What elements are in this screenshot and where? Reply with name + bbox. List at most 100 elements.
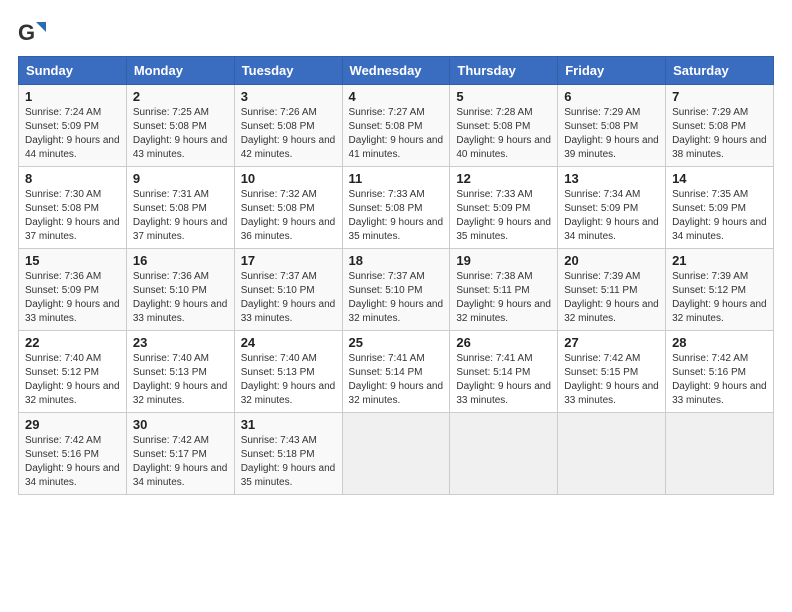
day-number: 7 xyxy=(672,89,767,104)
week-row-4: 22 Sunrise: 7:40 AMSunset: 5:12 PMDaylig… xyxy=(19,331,774,413)
calendar-cell: 27 Sunrise: 7:42 AMSunset: 5:15 PMDaylig… xyxy=(558,331,666,413)
weekday-header-thursday: Thursday xyxy=(450,57,558,85)
day-info: Sunrise: 7:37 AMSunset: 5:10 PMDaylight:… xyxy=(349,271,444,324)
calendar-cell: 4 Sunrise: 7:27 AMSunset: 5:08 PMDayligh… xyxy=(342,85,450,167)
weekday-header-monday: Monday xyxy=(126,57,234,85)
day-info: Sunrise: 7:35 AMSunset: 5:09 PMDaylight:… xyxy=(672,189,767,242)
day-info: Sunrise: 7:29 AMSunset: 5:08 PMDaylight:… xyxy=(564,107,659,160)
header: G xyxy=(18,18,774,46)
calendar-cell: 16 Sunrise: 7:36 AMSunset: 5:10 PMDaylig… xyxy=(126,249,234,331)
calendar-cell: 28 Sunrise: 7:42 AMSunset: 5:16 PMDaylig… xyxy=(666,331,774,413)
day-number: 27 xyxy=(564,335,659,350)
calendar-cell: 12 Sunrise: 7:33 AMSunset: 5:09 PMDaylig… xyxy=(450,167,558,249)
week-row-2: 8 Sunrise: 7:30 AMSunset: 5:08 PMDayligh… xyxy=(19,167,774,249)
calendar-cell: 21 Sunrise: 7:39 AMSunset: 5:12 PMDaylig… xyxy=(666,249,774,331)
day-number: 21 xyxy=(672,253,767,268)
day-number: 17 xyxy=(241,253,336,268)
day-info: Sunrise: 7:40 AMSunset: 5:13 PMDaylight:… xyxy=(133,353,228,406)
day-info: Sunrise: 7:36 AMSunset: 5:09 PMDaylight:… xyxy=(25,271,120,324)
day-number: 26 xyxy=(456,335,551,350)
weekday-header-tuesday: Tuesday xyxy=(234,57,342,85)
calendar-cell: 26 Sunrise: 7:41 AMSunset: 5:14 PMDaylig… xyxy=(450,331,558,413)
day-info: Sunrise: 7:42 AMSunset: 5:16 PMDaylight:… xyxy=(672,353,767,406)
day-info: Sunrise: 7:26 AMSunset: 5:08 PMDaylight:… xyxy=(241,107,336,160)
calendar-cell: 30 Sunrise: 7:42 AMSunset: 5:17 PMDaylig… xyxy=(126,413,234,495)
day-info: Sunrise: 7:40 AMSunset: 5:13 PMDaylight:… xyxy=(241,353,336,406)
day-number: 11 xyxy=(349,171,444,186)
day-number: 29 xyxy=(25,417,120,432)
day-info: Sunrise: 7:41 AMSunset: 5:14 PMDaylight:… xyxy=(349,353,444,406)
calendar-cell: 19 Sunrise: 7:38 AMSunset: 5:11 PMDaylig… xyxy=(450,249,558,331)
day-number: 12 xyxy=(456,171,551,186)
calendar-cell: 6 Sunrise: 7:29 AMSunset: 5:08 PMDayligh… xyxy=(558,85,666,167)
calendar-cell: 3 Sunrise: 7:26 AMSunset: 5:08 PMDayligh… xyxy=(234,85,342,167)
day-info: Sunrise: 7:42 AMSunset: 5:15 PMDaylight:… xyxy=(564,353,659,406)
day-number: 2 xyxy=(133,89,228,104)
day-info: Sunrise: 7:24 AMSunset: 5:09 PMDaylight:… xyxy=(25,107,120,160)
day-info: Sunrise: 7:39 AMSunset: 5:12 PMDaylight:… xyxy=(672,271,767,324)
day-number: 18 xyxy=(349,253,444,268)
calendar-cell: 13 Sunrise: 7:34 AMSunset: 5:09 PMDaylig… xyxy=(558,167,666,249)
day-info: Sunrise: 7:32 AMSunset: 5:08 PMDaylight:… xyxy=(241,189,336,242)
calendar-cell: 14 Sunrise: 7:35 AMSunset: 5:09 PMDaylig… xyxy=(666,167,774,249)
day-info: Sunrise: 7:43 AMSunset: 5:18 PMDaylight:… xyxy=(241,435,336,488)
calendar-cell: 31 Sunrise: 7:43 AMSunset: 5:18 PMDaylig… xyxy=(234,413,342,495)
calendar-header: SundayMondayTuesdayWednesdayThursdayFrid… xyxy=(19,57,774,85)
day-number: 22 xyxy=(25,335,120,350)
calendar-cell: 9 Sunrise: 7:31 AMSunset: 5:08 PMDayligh… xyxy=(126,167,234,249)
day-number: 16 xyxy=(133,253,228,268)
day-info: Sunrise: 7:33 AMSunset: 5:08 PMDaylight:… xyxy=(349,189,444,242)
weekday-header-sunday: Sunday xyxy=(19,57,127,85)
calendar-cell xyxy=(342,413,450,495)
calendar-cell: 20 Sunrise: 7:39 AMSunset: 5:11 PMDaylig… xyxy=(558,249,666,331)
day-info: Sunrise: 7:36 AMSunset: 5:10 PMDaylight:… xyxy=(133,271,228,324)
day-number: 20 xyxy=(564,253,659,268)
calendar-cell: 24 Sunrise: 7:40 AMSunset: 5:13 PMDaylig… xyxy=(234,331,342,413)
week-row-1: 1 Sunrise: 7:24 AMSunset: 5:09 PMDayligh… xyxy=(19,85,774,167)
day-number: 5 xyxy=(456,89,551,104)
calendar-cell: 18 Sunrise: 7:37 AMSunset: 5:10 PMDaylig… xyxy=(342,249,450,331)
day-number: 8 xyxy=(25,171,120,186)
calendar-cell: 1 Sunrise: 7:24 AMSunset: 5:09 PMDayligh… xyxy=(19,85,127,167)
calendar-table: SundayMondayTuesdayWednesdayThursdayFrid… xyxy=(18,56,774,495)
day-number: 1 xyxy=(25,89,120,104)
logo-icon: G xyxy=(18,18,46,46)
calendar-cell xyxy=(666,413,774,495)
day-number: 31 xyxy=(241,417,336,432)
calendar-cell: 15 Sunrise: 7:36 AMSunset: 5:09 PMDaylig… xyxy=(19,249,127,331)
weekday-header-friday: Friday xyxy=(558,57,666,85)
day-number: 4 xyxy=(349,89,444,104)
logo: G xyxy=(18,18,50,46)
week-row-3: 15 Sunrise: 7:36 AMSunset: 5:09 PMDaylig… xyxy=(19,249,774,331)
day-number: 25 xyxy=(349,335,444,350)
day-info: Sunrise: 7:42 AMSunset: 5:17 PMDaylight:… xyxy=(133,435,228,488)
day-info: Sunrise: 7:39 AMSunset: 5:11 PMDaylight:… xyxy=(564,271,659,324)
calendar-cell: 7 Sunrise: 7:29 AMSunset: 5:08 PMDayligh… xyxy=(666,85,774,167)
day-number: 14 xyxy=(672,171,767,186)
day-info: Sunrise: 7:34 AMSunset: 5:09 PMDaylight:… xyxy=(564,189,659,242)
day-info: Sunrise: 7:41 AMSunset: 5:14 PMDaylight:… xyxy=(456,353,551,406)
day-number: 19 xyxy=(456,253,551,268)
weekday-header-saturday: Saturday xyxy=(666,57,774,85)
day-info: Sunrise: 7:29 AMSunset: 5:08 PMDaylight:… xyxy=(672,107,767,160)
day-number: 28 xyxy=(672,335,767,350)
day-number: 6 xyxy=(564,89,659,104)
day-number: 15 xyxy=(25,253,120,268)
calendar-page: G SundayMondayTuesdayWednesdayThursdayFr… xyxy=(0,0,792,612)
calendar-cell: 17 Sunrise: 7:37 AMSunset: 5:10 PMDaylig… xyxy=(234,249,342,331)
day-info: Sunrise: 7:27 AMSunset: 5:08 PMDaylight:… xyxy=(349,107,444,160)
calendar-cell: 10 Sunrise: 7:32 AMSunset: 5:08 PMDaylig… xyxy=(234,167,342,249)
day-info: Sunrise: 7:38 AMSunset: 5:11 PMDaylight:… xyxy=(456,271,551,324)
day-number: 13 xyxy=(564,171,659,186)
calendar-body: 1 Sunrise: 7:24 AMSunset: 5:09 PMDayligh… xyxy=(19,85,774,495)
day-info: Sunrise: 7:42 AMSunset: 5:16 PMDaylight:… xyxy=(25,435,120,488)
day-info: Sunrise: 7:28 AMSunset: 5:08 PMDaylight:… xyxy=(456,107,551,160)
day-info: Sunrise: 7:33 AMSunset: 5:09 PMDaylight:… xyxy=(456,189,551,242)
calendar-cell: 5 Sunrise: 7:28 AMSunset: 5:08 PMDayligh… xyxy=(450,85,558,167)
weekday-header-wednesday: Wednesday xyxy=(342,57,450,85)
day-number: 23 xyxy=(133,335,228,350)
weekday-header-row: SundayMondayTuesdayWednesdayThursdayFrid… xyxy=(19,57,774,85)
day-info: Sunrise: 7:25 AMSunset: 5:08 PMDaylight:… xyxy=(133,107,228,160)
week-row-5: 29 Sunrise: 7:42 AMSunset: 5:16 PMDaylig… xyxy=(19,413,774,495)
calendar-cell xyxy=(558,413,666,495)
